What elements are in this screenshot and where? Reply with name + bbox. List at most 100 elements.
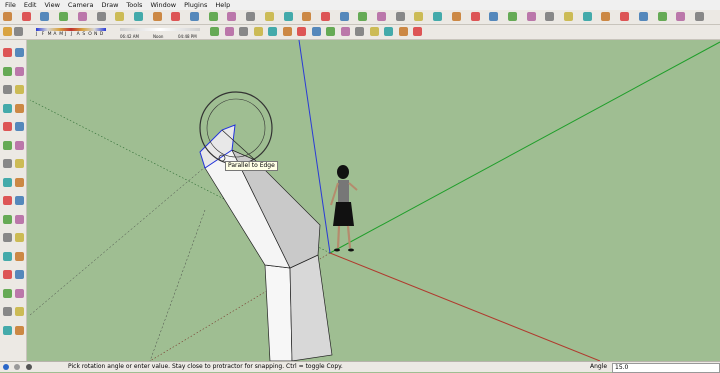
- paint-icon[interactable]: [3, 66, 12, 76]
- component-icon[interactable]: [15, 48, 24, 57]
- top-view-icon[interactable]: [224, 27, 234, 36]
- section-icon[interactable]: [582, 12, 592, 21]
- fog-icon[interactable]: [355, 27, 364, 36]
- scale-icon[interactable]: [3, 177, 12, 187]
- previous-icon[interactable]: [15, 288, 24, 298]
- shadows-icon[interactable]: [340, 27, 350, 36]
- geo-icon[interactable]: [26, 364, 32, 370]
- protractor-icon[interactable]: [3, 214, 12, 224]
- xray-icon[interactable]: [601, 12, 611, 21]
- menu-window[interactable]: Window: [150, 1, 176, 9]
- tape-icon[interactable]: [3, 196, 12, 205]
- zoom-extents-icon[interactable]: [470, 12, 480, 21]
- pan-icon[interactable]: [414, 12, 424, 21]
- time-slider[interactable]: [120, 28, 200, 31]
- rotate-icon[interactable]: [3, 159, 12, 168]
- back-view-icon[interactable]: [268, 27, 277, 36]
- lookaround-icon[interactable]: [3, 325, 12, 335]
- front-view-icon[interactable]: [239, 27, 248, 36]
- protractor-icon[interactable]: [320, 12, 330, 21]
- pan-icon[interactable]: [15, 251, 24, 261]
- dimension-icon[interactable]: [15, 196, 24, 205]
- iso-view-icon[interactable]: [210, 27, 219, 36]
- zoom-window-icon[interactable]: [451, 12, 461, 21]
- circle-icon[interactable]: [3, 103, 12, 113]
- display-shadows-icon[interactable]: [14, 27, 23, 36]
- tape-icon[interactable]: [283, 12, 293, 21]
- paint-icon[interactable]: [40, 12, 50, 21]
- eraser-icon[interactable]: [21, 12, 31, 21]
- menu-tools[interactable]: Tools: [126, 1, 142, 9]
- dimension-icon[interactable]: [302, 12, 312, 21]
- axes-icon[interactable]: [358, 12, 368, 21]
- zoom-extents-icon[interactable]: [3, 288, 12, 298]
- freehand-icon[interactable]: [96, 12, 106, 21]
- arc-icon[interactable]: [77, 12, 87, 21]
- move-icon[interactable]: [3, 140, 12, 150]
- followme-icon[interactable]: [15, 159, 24, 168]
- modeling-viewport[interactable]: [27, 40, 720, 361]
- credits-icon[interactable]: [14, 364, 20, 370]
- freehand-icon[interactable]: [15, 122, 24, 131]
- move-icon[interactable]: [171, 12, 181, 21]
- rectangle-icon[interactable]: [115, 12, 125, 21]
- rectangle-icon[interactable]: [3, 85, 12, 94]
- scale-icon[interactable]: [246, 12, 256, 21]
- zoom-window-icon[interactable]: [15, 270, 24, 279]
- menu-edit[interactable]: Edit: [24, 1, 37, 9]
- position-camera-icon[interactable]: [526, 12, 536, 21]
- next-icon[interactable]: [507, 12, 517, 21]
- 3dtext-icon[interactable]: [377, 12, 386, 21]
- style-icon[interactable]: [369, 27, 379, 36]
- shadow-settings-icon[interactable]: [3, 27, 12, 36]
- eraser-icon[interactable]: [15, 66, 24, 76]
- menu-plugins[interactable]: Plugins: [184, 1, 207, 9]
- hiddenline-icon[interactable]: [638, 12, 648, 21]
- component-icon[interactable]: [311, 27, 321, 36]
- previous-icon[interactable]: [489, 12, 499, 21]
- arc-icon[interactable]: [15, 103, 24, 113]
- walk-icon[interactable]: [545, 12, 555, 21]
- menu-draw[interactable]: Draw: [101, 1, 118, 9]
- person-figure[interactable]: [330, 165, 358, 252]
- 3dtext-icon[interactable]: [15, 233, 24, 242]
- pushpull-icon[interactable]: [15, 140, 24, 150]
- line-icon[interactable]: [15, 85, 24, 94]
- axes-icon[interactable]: [3, 233, 12, 242]
- info-icon[interactable]: [3, 364, 9, 370]
- text-icon[interactable]: [15, 214, 24, 224]
- wireframe-icon[interactable]: [620, 12, 630, 21]
- orbit-icon[interactable]: [3, 251, 12, 261]
- group-icon[interactable]: [326, 27, 335, 36]
- offset-icon[interactable]: [15, 177, 24, 187]
- position-camera-icon[interactable]: [3, 307, 12, 316]
- month-slider-track[interactable]: [36, 28, 106, 31]
- circle-icon[interactable]: [133, 12, 143, 21]
- select-icon[interactable]: [3, 48, 12, 57]
- zoom-icon[interactable]: [433, 12, 443, 21]
- walk-icon[interactable]: [15, 307, 24, 316]
- offset-icon[interactable]: [264, 12, 274, 21]
- scenes-icon[interactable]: [413, 27, 422, 36]
- menu-view[interactable]: View: [44, 1, 59, 9]
- zoom-icon[interactable]: [3, 270, 12, 279]
- select-icon[interactable]: [3, 12, 12, 21]
- menu-help[interactable]: Help: [215, 1, 230, 9]
- bottom-view-icon[interactable]: [297, 27, 306, 36]
- monochrome-icon[interactable]: [694, 12, 704, 21]
- orbit-icon[interactable]: [395, 12, 405, 21]
- right-view-icon[interactable]: [253, 27, 263, 36]
- section-icon[interactable]: [15, 325, 24, 335]
- lookaround-icon[interactable]: [564, 12, 573, 21]
- outliner-icon[interactable]: [398, 27, 408, 36]
- pushpull-icon[interactable]: [190, 12, 199, 21]
- textured-icon[interactable]: [676, 12, 686, 21]
- left-view-icon[interactable]: [282, 27, 292, 36]
- polygon-icon[interactable]: [3, 122, 12, 131]
- menu-file[interactable]: File: [5, 1, 16, 9]
- polygon-icon[interactable]: [152, 12, 162, 21]
- followme-icon[interactable]: [227, 12, 237, 21]
- line-icon[interactable]: [59, 12, 69, 21]
- vcb-input[interactable]: 15.0: [612, 363, 720, 373]
- text-icon[interactable]: [339, 12, 349, 21]
